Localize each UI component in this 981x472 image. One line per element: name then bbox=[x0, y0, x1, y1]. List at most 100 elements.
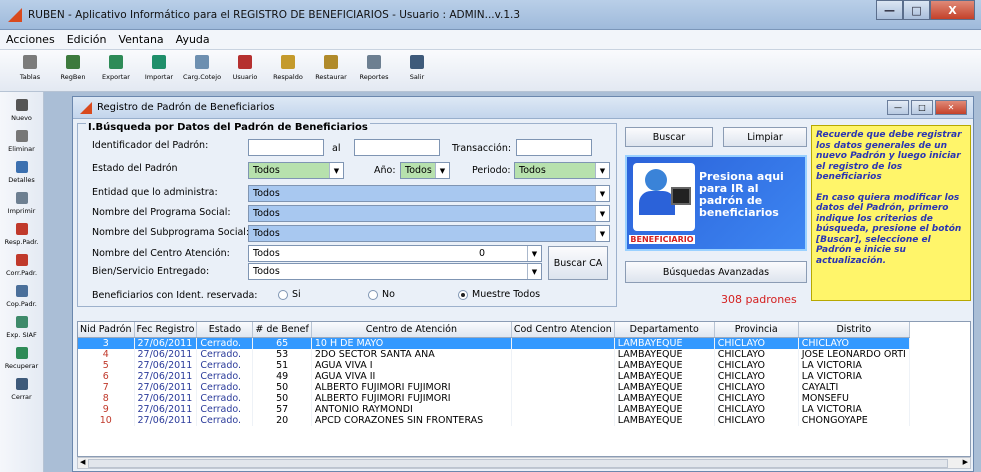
toolbar-button-carg-cotejo[interactable]: Carg.Cotejo bbox=[182, 50, 222, 91]
table-cell: CHICLAYO bbox=[714, 403, 799, 415]
toolbar-label: Carg.Cotejo bbox=[182, 73, 222, 81]
transaccion-input[interactable] bbox=[516, 139, 592, 156]
toolbar-button-respaldo[interactable]: Respaldo bbox=[268, 50, 308, 91]
column-header[interactable]: Nid Padrón bbox=[78, 322, 135, 338]
toolbar-button-tablas[interactable]: Tablas bbox=[10, 50, 50, 91]
horizontal-scrollbar[interactable]: ◀ ▶ bbox=[77, 457, 971, 469]
toolbar-button-regben[interactable]: RegBen bbox=[53, 50, 93, 91]
table-cell: LAMBAYEQUE bbox=[614, 414, 715, 426]
limpiar-button[interactable]: Limpiar bbox=[723, 127, 807, 147]
sidebar-button-corr-padr-[interactable]: Corr.Padr. bbox=[0, 247, 43, 278]
form-titlebar: Registro de Padrón de Beneficiarios — □ … bbox=[73, 97, 973, 119]
sidebar-button-resp-padr-[interactable]: Resp.Padr. bbox=[0, 216, 43, 247]
form-minimize-button[interactable]: — bbox=[887, 100, 909, 115]
toolbar-label: Restaurar bbox=[315, 73, 347, 81]
import-icon bbox=[152, 55, 166, 69]
radio-muestre-todos[interactable]: Muestre Todos bbox=[458, 289, 540, 300]
entidad-select[interactable]: Todos ▼ bbox=[248, 185, 610, 202]
table-cell: LAMBAYEQUE bbox=[614, 392, 715, 404]
column-header[interactable]: Provincia bbox=[714, 322, 799, 338]
form-close-button[interactable]: ✕ bbox=[935, 100, 967, 115]
delete-icon bbox=[15, 130, 28, 142]
toolbar-button-usuario[interactable]: Usuario bbox=[225, 50, 265, 91]
beneficiario-banner[interactable]: BENEFICIARIO Presiona aqui para IR al pa… bbox=[625, 155, 807, 251]
sidebar-label: Resp.Padr. bbox=[4, 238, 39, 246]
sidebar-button-exp-siaf[interactable]: Exp. SIAF bbox=[0, 309, 43, 340]
sidebar-button-detalles[interactable]: Detalles bbox=[0, 154, 43, 185]
toolbar-button-reportes[interactable]: Reportes bbox=[354, 50, 394, 91]
banner-caption: BENEFICIARIO bbox=[629, 235, 695, 244]
subprograma-select[interactable]: Todos ▼ bbox=[248, 225, 610, 242]
busquedas-avanzadas-button[interactable]: Búsquedas Avanzadas bbox=[625, 261, 807, 283]
sidebar-button-nuevo[interactable]: Nuevo bbox=[0, 92, 43, 123]
id-to-input[interactable] bbox=[354, 139, 440, 156]
sidebar-button-recuperar[interactable]: Recuperar bbox=[0, 340, 43, 371]
table-row[interactable]: 5 27/06/2011 Cerrado. 51 AGUA VIVA I LAMBAYEQ… bbox=[78, 359, 910, 371]
menu-ayuda[interactable]: Ayuda bbox=[176, 33, 210, 46]
table-cell bbox=[511, 337, 615, 349]
column-header[interactable]: Centro de Atención bbox=[311, 322, 512, 338]
table-cell: ANTONIO RAYMONDI bbox=[311, 403, 512, 415]
maximize-button[interactable]: □ bbox=[903, 0, 930, 20]
centro-select[interactable]: Todos 0 ▼ bbox=[248, 245, 542, 262]
id-from-input[interactable] bbox=[248, 139, 324, 156]
table-cell: 4 bbox=[78, 348, 135, 360]
sidebar-button-imprimir[interactable]: Imprimir bbox=[0, 185, 43, 216]
scroll-right-icon[interactable]: ▶ bbox=[963, 458, 968, 466]
close-button[interactable]: X bbox=[930, 0, 975, 20]
toolbar-button-exportar[interactable]: Exportar bbox=[96, 50, 136, 91]
toolbar-button-salir[interactable]: Salir bbox=[397, 50, 437, 91]
toolbar-label: Importar bbox=[144, 73, 174, 81]
menu-ventana[interactable]: Ventana bbox=[118, 33, 163, 46]
window-titlebar: RUBEN - Aplicativo Informático para el R… bbox=[0, 0, 981, 30]
radio-no[interactable]: No bbox=[368, 289, 395, 300]
periodo-select[interactable]: Todos ▼ bbox=[514, 162, 610, 179]
minimize-button[interactable]: — bbox=[876, 0, 903, 20]
scroll-thumb[interactable] bbox=[88, 459, 948, 468]
table-row[interactable]: 3 27/06/2011 Cerrado. 65 10 H DE MAYO LAMBAYE… bbox=[78, 337, 910, 349]
table-row[interactable]: 7 27/06/2011 Cerrado. 50 ALBERTO FUJIMORI FU… bbox=[78, 381, 910, 393]
column-header[interactable]: Departamento bbox=[614, 322, 715, 338]
backup-icon bbox=[281, 55, 295, 69]
menu-bar: Acciones Edición Ventana Ayuda bbox=[0, 30, 981, 50]
table-cell bbox=[511, 370, 615, 382]
menu-edicion[interactable]: Edición bbox=[67, 33, 107, 46]
programa-select[interactable]: Todos ▼ bbox=[248, 205, 610, 222]
estado-select[interactable]: Todos ▼ bbox=[248, 162, 344, 179]
column-header[interactable]: Cod Centro Atencion bbox=[511, 322, 615, 338]
banner-text: Presiona aqui para IR al padrón de benef… bbox=[699, 170, 784, 219]
sidebar-button-cerrar[interactable]: Cerrar bbox=[0, 371, 43, 402]
column-header[interactable]: Distrito bbox=[798, 322, 910, 338]
table-row[interactable]: 10 27/06/2011 Cerrado. 20 APCD CORAZONES SIN… bbox=[78, 414, 910, 426]
copy-icon bbox=[15, 285, 28, 297]
table-cell: LAMBAYEQUE bbox=[614, 337, 715, 349]
radio-si[interactable]: Si bbox=[278, 289, 301, 300]
table-cell: CHICLAYO bbox=[714, 370, 799, 382]
help-note-p2: En caso quiera modificar los datos del P… bbox=[816, 192, 962, 266]
al-label: al bbox=[332, 143, 341, 154]
chevron-down-icon: ▼ bbox=[329, 163, 343, 178]
sidebar-button-cop-padr-[interactable]: Cop.Padr. bbox=[0, 278, 43, 309]
table-cell: 53 bbox=[252, 348, 312, 360]
table-row[interactable]: 8 27/06/2011 Cerrado. 50 ALBERTO FUJIMORI FU… bbox=[78, 392, 910, 404]
buscar-button[interactable]: Buscar bbox=[625, 127, 713, 147]
table-row[interactable]: 6 27/06/2011 Cerrado. 49 AGUA VIVA II LAMBAYE… bbox=[78, 370, 910, 382]
sidebar-button-eliminar[interactable]: Eliminar bbox=[0, 123, 43, 154]
table-cell: AGUA VIVA II bbox=[311, 370, 512, 382]
form-maximize-button[interactable]: □ bbox=[911, 100, 933, 115]
column-header[interactable]: Estado bbox=[196, 322, 254, 338]
column-header[interactable]: Fec Registro bbox=[134, 322, 198, 338]
column-header[interactable]: # de Benef bbox=[252, 322, 312, 338]
scroll-left-icon[interactable]: ◀ bbox=[80, 458, 85, 466]
table-cell: 27/06/2011 bbox=[134, 392, 198, 404]
toolbar-button-restaurar[interactable]: Restaurar bbox=[311, 50, 351, 91]
menu-acciones[interactable]: Acciones bbox=[6, 33, 55, 46]
table-row[interactable]: 9 27/06/2011 Cerrado. 57 ANTONIO RAYMONDI LAM… bbox=[78, 403, 910, 415]
buscar-ca-button[interactable]: Buscar CA bbox=[548, 246, 608, 280]
bien-select[interactable]: Todos ▼ bbox=[248, 263, 542, 280]
tables-icon bbox=[23, 55, 37, 69]
table-cell: 7 bbox=[78, 381, 135, 393]
toolbar-button-importar[interactable]: Importar bbox=[139, 50, 179, 91]
table-row[interactable]: 4 27/06/2011 Cerrado. 53 2DO SECTOR SANTA AN… bbox=[78, 348, 910, 360]
anio-select[interactable]: Todos ▼ bbox=[400, 162, 450, 179]
